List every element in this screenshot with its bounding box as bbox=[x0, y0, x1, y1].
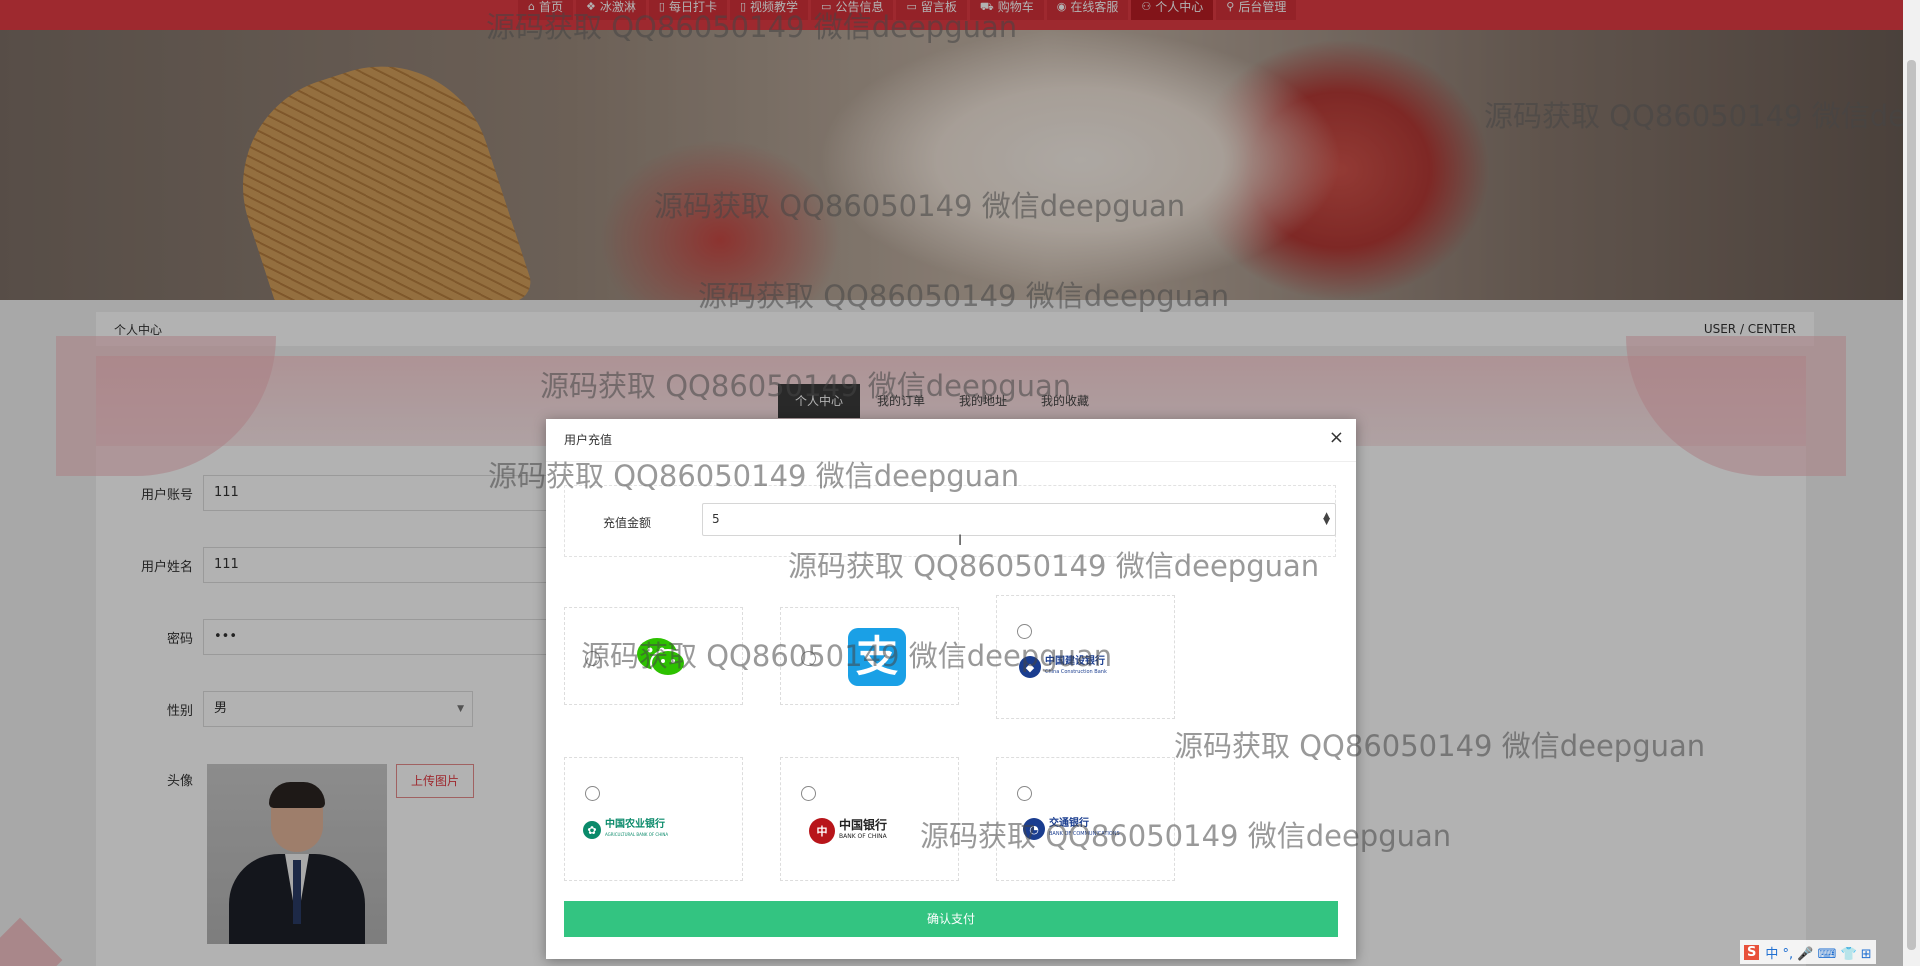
bocom-logo: ◔ 交通银行 BANK OF COMMUNICATIONS bbox=[1023, 818, 1120, 840]
payment-option-wechat[interactable] bbox=[564, 607, 743, 705]
text-cursor-icon: I bbox=[958, 533, 963, 549]
modal-header: 用户充值 × bbox=[546, 419, 1356, 462]
radio-abc[interactable] bbox=[585, 786, 600, 801]
ime-status: 中 °, 🎤 ⌨ 👕 ⊞ bbox=[1765, 946, 1872, 962]
amount-input[interactable]: 5 I ▲ ▼ bbox=[702, 503, 1336, 549]
alipay-icon: 支 bbox=[848, 628, 906, 686]
modal-title: 用户充值 bbox=[564, 433, 613, 447]
payment-option-alipay[interactable]: 支 bbox=[780, 607, 959, 705]
sogou-icon: S bbox=[1744, 944, 1760, 960]
bocom-name: 交通银行 bbox=[1049, 818, 1089, 829]
radio-boc[interactable] bbox=[801, 786, 816, 801]
radio-bocom[interactable] bbox=[1017, 786, 1032, 801]
radio-ccb[interactable] bbox=[1017, 624, 1032, 639]
payment-option-ccb[interactable]: ◆ 中国建设银行 China Construction Bank bbox=[996, 595, 1175, 719]
amount-row: 充值金额 5 I ▲ ▼ bbox=[564, 485, 1336, 557]
page: ⌂ 首页 ❖ 冰激淋 ▯ 每日打卡 ▯ 视频教学 ▭ 公告信息 ▭ 留言板 ⛟ 购物车 ◉ 在线… bbox=[0, 0, 1903, 966]
boc-subname: BANK OF CHINA bbox=[839, 833, 887, 840]
confirm-payment-button[interactable]: 确认支付 bbox=[564, 901, 1338, 937]
payment-option-bocom[interactable]: ◔ 交通银行 BANK OF COMMUNICATIONS bbox=[996, 757, 1175, 881]
ccb-logo: ◆ 中国建设银行 China Construction Bank bbox=[1019, 656, 1107, 678]
ccb-subname: China Construction Bank bbox=[1045, 669, 1107, 675]
ccb-icon: ◆ bbox=[1019, 656, 1041, 678]
abc-subname: AGRICULTURAL BANK OF CHINA bbox=[605, 832, 669, 837]
spinner-icon[interactable]: ▲ ▼ bbox=[1323, 512, 1330, 527]
abc-icon: ✿ bbox=[583, 821, 601, 839]
bocom-icon: ◔ bbox=[1023, 818, 1045, 840]
radio-alipay[interactable] bbox=[801, 651, 816, 666]
page-scrollbar[interactable] bbox=[1903, 0, 1920, 966]
ccb-name: 中国建设银行 bbox=[1045, 656, 1105, 667]
close-icon[interactable]: × bbox=[1329, 427, 1344, 449]
abc-name: 中国农业银行 bbox=[605, 819, 665, 830]
radio-wechat[interactable] bbox=[585, 651, 600, 666]
payment-option-abc[interactable]: ✿ 中国农业银行 AGRICULTURAL BANK OF CHINA bbox=[564, 757, 743, 881]
bocom-subname: BANK OF COMMUNICATIONS bbox=[1049, 831, 1120, 837]
abc-logo: ✿ 中国农业银行 AGRICULTURAL BANK OF CHINA bbox=[583, 820, 668, 840]
recharge-modal: 用户充值 × 充值金额 5 I ▲ ▼ 支 ◆ 中国建设银行 China Con… bbox=[546, 419, 1356, 959]
amount-label: 充值金额 bbox=[603, 516, 652, 530]
wechat-icon bbox=[635, 636, 687, 680]
boc-icon: 中 bbox=[809, 818, 835, 844]
amount-value: 5 bbox=[712, 512, 720, 526]
payment-option-boc[interactable]: 中 中国银行 BANK OF CHINA bbox=[780, 757, 959, 881]
ime-toolbar[interactable]: S 中 °, 🎤 ⌨ 👕 ⊞ bbox=[1740, 940, 1876, 964]
scrollbar-thumb[interactable] bbox=[1907, 60, 1916, 950]
boc-name: 中国银行 bbox=[839, 818, 888, 832]
boc-logo: 中 中国银行 BANK OF CHINA bbox=[809, 818, 887, 844]
